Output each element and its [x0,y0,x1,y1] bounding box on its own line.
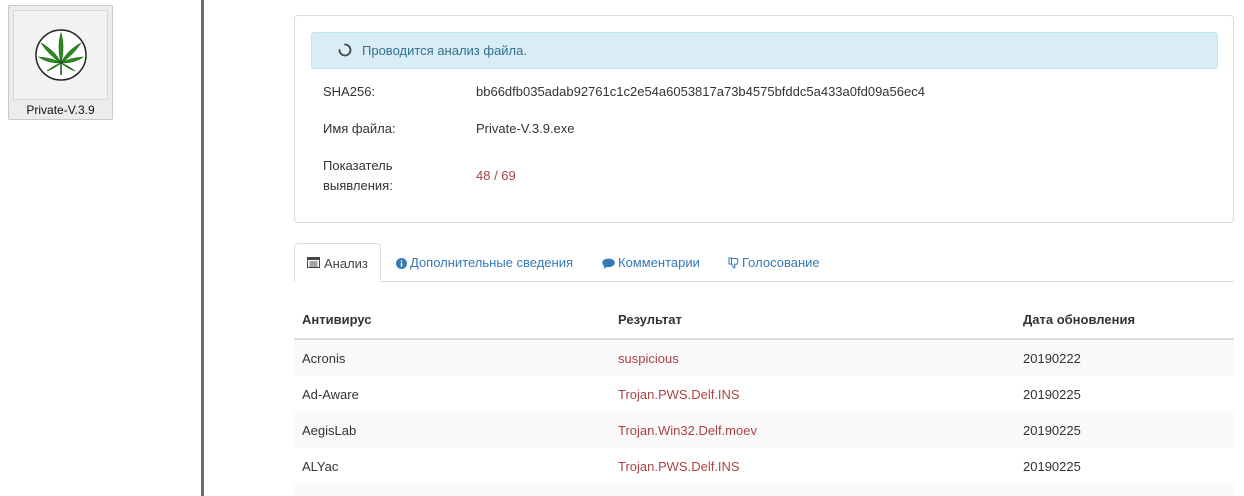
detection-label-line1: Показатель [323,158,393,173]
table-row: Ad-Aware Trojan.PWS.Delf.INS 20190225 [294,376,1234,412]
detection-label-line2: выявления: [323,178,393,193]
tab-voting-label: Голосование [742,255,820,270]
table-row: AegisLab Trojan.Win32.Delf.moev 20190225 [294,412,1234,448]
filename-label: Имя файла: [323,121,396,136]
info-icon [396,258,407,269]
cannabis-leaf-icon [13,10,108,100]
detection-result: Trojan.PWS.Delf.INS [618,459,740,474]
tab-analysis-label: Анализ [324,256,368,271]
tab-details-label: Дополнительные сведения [410,255,574,270]
tab-voting[interactable]: Голосование [728,255,820,270]
detection-result: Trojan.PWS.Delf.INS [618,387,740,402]
update-date: 20190225 [1023,423,1081,438]
detection-result: Trojan.Win32.Delf.moev [618,423,757,438]
tabs-baseline [294,281,1234,282]
update-date: 20190225 [1023,387,1081,402]
analysis-status-text: Проводится анализ файла. [362,43,527,58]
col-header-antivirus: Антивирус [302,312,372,327]
table-icon [307,257,320,268]
tab-details[interactable]: Дополнительные сведения [396,255,573,270]
desktop-file-name: Private-V.3.9 [26,103,95,117]
col-header-result: Результат [618,312,682,327]
comment-icon [602,258,615,269]
filename-value: Private-V.3.9.exe [476,121,575,136]
window-divider [201,0,204,496]
tab-analysis[interactable]: Анализ [294,243,381,282]
table-row: ALYac Trojan.PWS.Delf.INS 20190225 [294,448,1234,484]
antivirus-name: ALYac [302,459,339,474]
update-date: 20190222 [1023,351,1081,366]
update-date: 20190225 [1023,459,1081,474]
table-row: Acronis suspicious 20190222 [294,340,1234,376]
desktop-file-icon[interactable]: Private-V.3.9 [8,5,113,120]
tab-comments-label: Комментарии [618,255,700,270]
col-header-date: Дата обновления [1023,312,1136,327]
antivirus-name: Acronis [302,351,346,366]
sha256-label: SHA256: [323,84,376,99]
table-row-partial [294,484,1234,496]
detection-result: suspicious [618,351,679,366]
thumbs-down-icon [728,257,739,269]
antivirus-name: Ad-Aware [302,387,359,402]
file-summary-panel: Проводится анализ файла. SHA256: bb66dfb… [294,15,1234,223]
analysis-status-alert: Проводится анализ файла. [311,32,1218,69]
tab-comments[interactable]: Комментарии [602,255,700,270]
spinner-icon [338,43,352,57]
desktop-area: Private-V.3.9 [0,0,201,496]
detection-ratio: 48 / 69 [476,168,516,183]
sha256-value: bb66dfb035adab92761c1c2e54a6053817a73b45… [476,84,925,99]
antivirus-name: AegisLab [302,423,357,438]
